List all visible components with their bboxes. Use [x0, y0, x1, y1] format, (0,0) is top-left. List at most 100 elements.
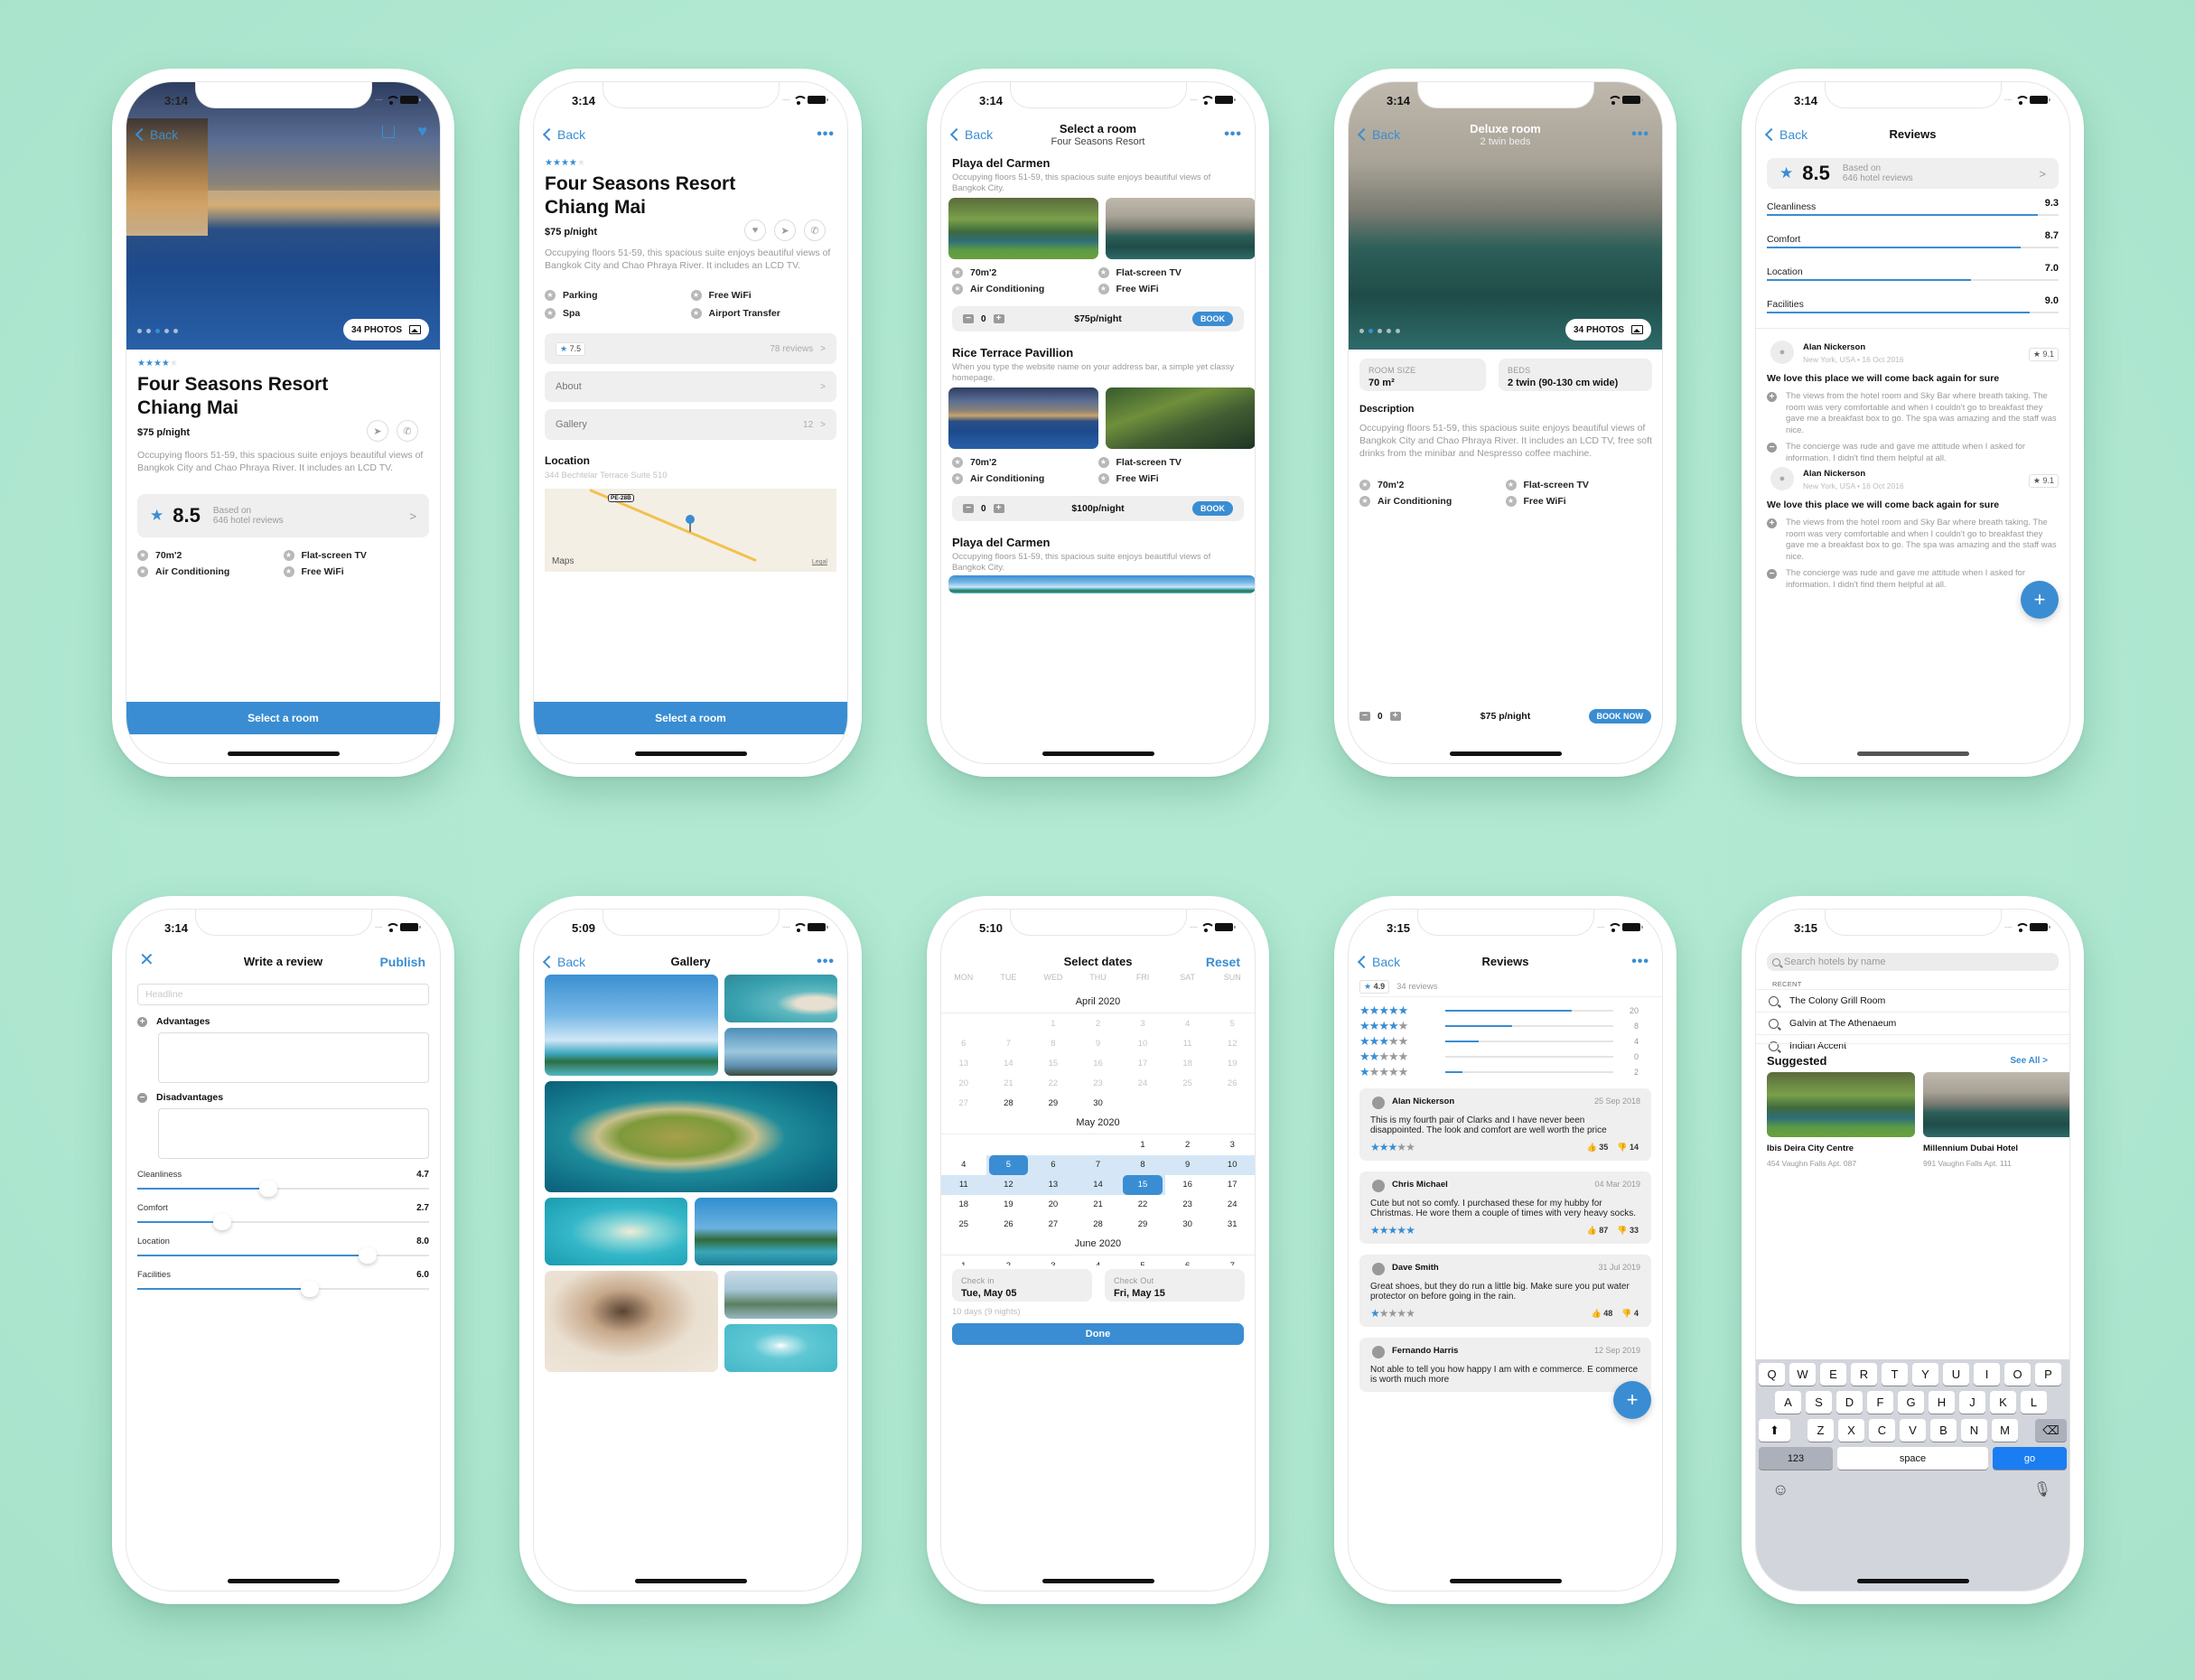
pager-dot[interactable]: [1368, 329, 1373, 333]
rating-slider[interactable]: [137, 1281, 429, 1297]
gallery-photo[interactable]: [724, 1028, 837, 1076]
pager-dot[interactable]: [146, 329, 151, 333]
key-g[interactable]: G: [1898, 1391, 1924, 1414]
headline-input[interactable]: [137, 984, 429, 1005]
key-e[interactable]: E: [1820, 1363, 1846, 1386]
calendar-day[interactable]: 3: [1031, 1256, 1076, 1265]
reset-button[interactable]: Reset: [1206, 955, 1240, 969]
call-button[interactable]: ✆: [804, 219, 826, 241]
gallery-photo[interactable]: [545, 1271, 718, 1372]
calendar-day[interactable]: 20: [1031, 1195, 1076, 1215]
calendar-day[interactable]: 27: [1031, 1215, 1076, 1235]
calendar-day[interactable]: 7: [1210, 1256, 1255, 1265]
calendar-day[interactable]: 11: [941, 1175, 986, 1195]
see-all-link[interactable]: See All >: [2010, 1056, 2048, 1066]
directions-button[interactable]: ➤: [367, 420, 388, 442]
key-f[interactable]: F: [1867, 1391, 1893, 1414]
book-button[interactable]: BOOK: [1192, 312, 1233, 326]
more-icon[interactable]: •••: [1224, 127, 1242, 142]
favorite-button[interactable]: ♥: [744, 219, 766, 241]
slider-thumb[interactable]: [359, 1247, 378, 1264]
quantity-stepper[interactable]: −0 +: [963, 314, 1004, 324]
more-icon[interactable]: •••: [817, 127, 835, 142]
key-q[interactable]: Q: [1759, 1363, 1785, 1386]
map-pin-icon[interactable]: [686, 515, 695, 524]
calendar-day[interactable]: 2: [1165, 1135, 1210, 1155]
calendar-day[interactable]: 3: [1210, 1135, 1255, 1155]
key-t[interactable]: T: [1882, 1363, 1908, 1386]
calendar-day[interactable]: 15: [1120, 1175, 1165, 1195]
gallery-photo[interactable]: [724, 1271, 837, 1319]
more-icon[interactable]: •••: [1631, 127, 1649, 142]
photo-pager[interactable]: [1359, 329, 1400, 333]
calendar-day[interactable]: 29: [1031, 1094, 1076, 1114]
key-y[interactable]: Y: [1912, 1363, 1938, 1386]
rating-slider[interactable]: [137, 1214, 429, 1230]
key-o[interactable]: O: [2004, 1363, 2031, 1386]
dislike-button[interactable]: 👎 14: [1617, 1143, 1639, 1153]
calendar-day[interactable]: 30: [1076, 1094, 1121, 1114]
map-legal-link[interactable]: Legal: [812, 559, 827, 565]
rating-summary-card[interactable]: ★ 8.5 Based on 646 hotel reviews >: [1767, 158, 2059, 189]
pager-dot[interactable]: [173, 329, 178, 333]
room-photo[interactable]: [948, 387, 1098, 449]
calendar-day[interactable]: 22: [1120, 1195, 1165, 1215]
pager-dot[interactable]: [164, 329, 169, 333]
search-input[interactable]: [1784, 957, 2053, 967]
select-room-button[interactable]: Select a room: [126, 702, 440, 734]
photos-count-button[interactable]: 34 PHOTOS: [343, 319, 429, 341]
like-button[interactable]: 👍 35: [1587, 1143, 1609, 1153]
backspace-key[interactable]: ⌫: [2035, 1419, 2067, 1442]
gallery-photo[interactable]: [545, 1198, 687, 1265]
quantity-stepper[interactable]: −0 +: [1359, 712, 1401, 722]
gallery-photo[interactable]: [724, 1324, 837, 1372]
gallery-photo[interactable]: [545, 975, 718, 1076]
increment-button[interactable]: +: [993, 504, 1004, 513]
check-in-box[interactable]: Check in Tue, May 05: [952, 1269, 1092, 1302]
rating-summary-card[interactable]: ★ 8.5 Based on 646 hotel reviews >: [137, 494, 429, 537]
decrement-button[interactable]: −: [963, 504, 974, 513]
gallery-row[interactable]: Gallery 12 >: [545, 409, 836, 440]
suggested-hotel-card[interactable]: Millennium Dubai Hotel 991 Vaughn Falls …: [1923, 1072, 2069, 1168]
numbers-key[interactable]: 123: [1759, 1447, 1833, 1470]
like-button[interactable]: 👍 48: [1592, 1309, 1613, 1319]
dislike-button[interactable]: 👎 33: [1617, 1226, 1639, 1236]
slider-thumb[interactable]: [259, 1181, 278, 1197]
calendar-day[interactable]: 21: [1076, 1195, 1121, 1215]
recent-search-item[interactable]: The Colony Grill Room: [1756, 989, 2069, 1012]
increment-button[interactable]: +: [1389, 712, 1401, 721]
done-button[interactable]: Done: [952, 1323, 1244, 1345]
calendar-day[interactable]: 6: [1165, 1256, 1210, 1265]
pager-dot[interactable]: [155, 329, 160, 333]
book-now-button[interactable]: BOOK NOW: [1588, 709, 1651, 723]
key-c[interactable]: C: [1869, 1419, 1895, 1442]
calendar-day[interactable]: 10: [1210, 1155, 1255, 1175]
slider-thumb[interactable]: [212, 1214, 231, 1230]
key-l[interactable]: L: [2021, 1391, 2047, 1414]
calendar-day[interactable]: 16: [1165, 1175, 1210, 1195]
directions-button[interactable]: ➤: [774, 219, 796, 241]
suggested-hotel-card[interactable]: Ibis Deira City Centre 454 Vaughn Falls …: [1767, 1072, 1915, 1168]
location-map[interactable]: PE-28B Maps Legal: [545, 489, 836, 572]
key-r[interactable]: R: [1851, 1363, 1877, 1386]
disadvantages-textarea[interactable]: [159, 1109, 428, 1158]
key-w[interactable]: W: [1789, 1363, 1816, 1386]
calendar-day[interactable]: 29: [1120, 1215, 1165, 1235]
key-d[interactable]: D: [1836, 1391, 1863, 1414]
key-n[interactable]: N: [1961, 1419, 1987, 1442]
calendar-day[interactable]: 5: [985, 1155, 1032, 1175]
share-icon[interactable]: [382, 126, 395, 138]
photo-pager[interactable]: [137, 329, 178, 333]
back-button[interactable]: Back: [542, 127, 585, 142]
calendar-day[interactable]: 8: [1120, 1155, 1165, 1175]
quantity-stepper[interactable]: −0 +: [963, 504, 1004, 514]
gallery-photo[interactable]: [695, 1198, 837, 1265]
calendar-day[interactable]: 26: [986, 1215, 1032, 1235]
calendar-day[interactable]: 14: [1075, 1175, 1121, 1195]
room-photo[interactable]: [1106, 198, 1255, 259]
calendar-day[interactable]: 23: [1165, 1195, 1210, 1215]
key-u[interactable]: U: [1943, 1363, 1969, 1386]
key-h[interactable]: H: [1929, 1391, 1955, 1414]
add-review-button[interactable]: +: [2021, 581, 2059, 619]
calendar-day[interactable]: 25: [941, 1215, 986, 1235]
